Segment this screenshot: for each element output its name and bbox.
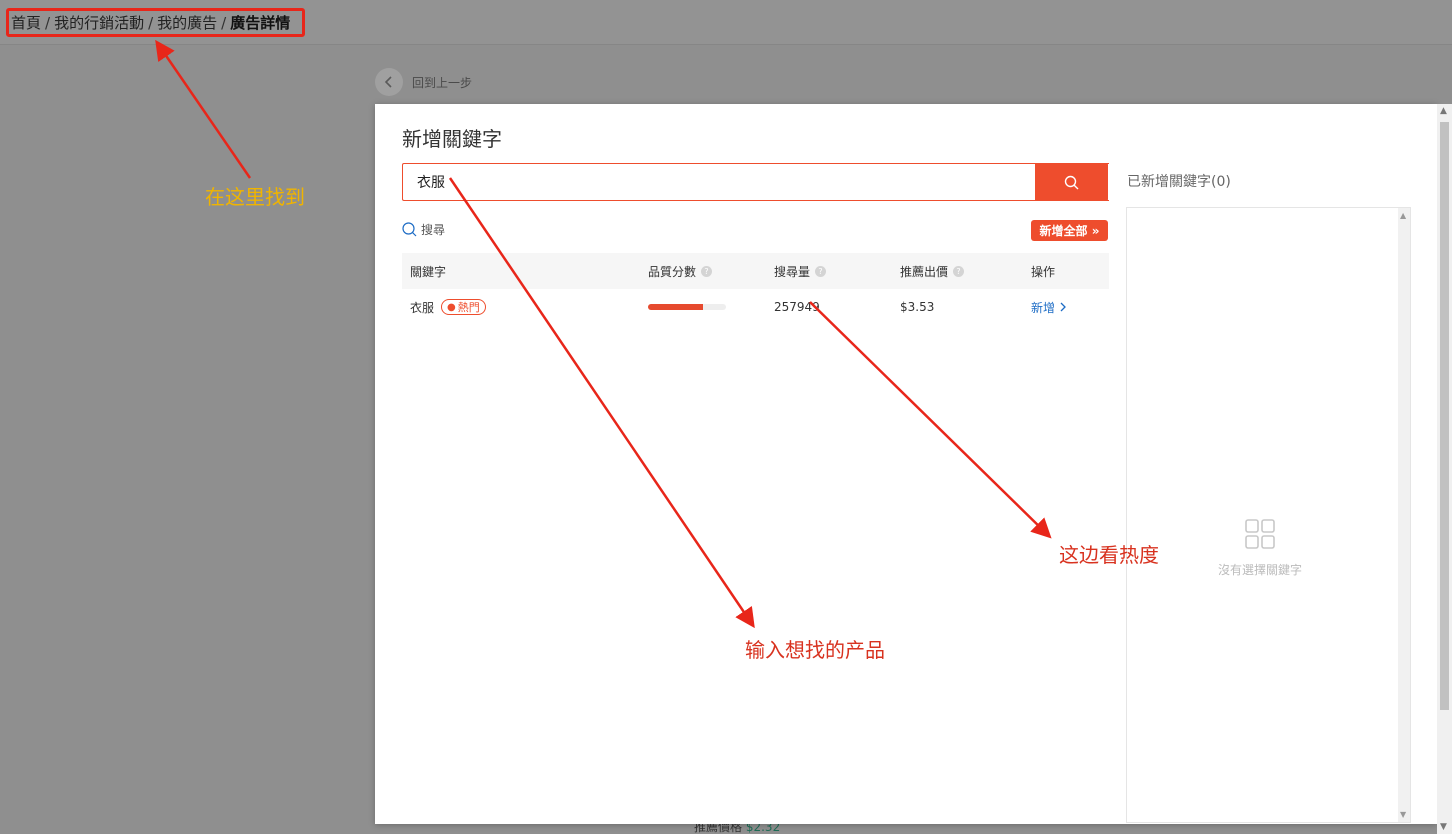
selected-keywords-panel: 沒有選擇關鍵字 ▲ ▼ [1126, 207, 1411, 823]
grid-icon [1245, 519, 1275, 549]
add-keyword-link[interactable]: 新增 [1031, 289, 1068, 325]
search-icon [1064, 175, 1079, 189]
breadcrumb-separator: / [148, 13, 154, 32]
annotation-search-hint: 输入想找的产品 [745, 638, 885, 662]
search-link-label: 搜尋 [421, 223, 446, 237]
cell-quality [648, 289, 726, 325]
scroll-up-icon[interactable]: ▲ [1400, 211, 1406, 220]
header-keyword-label: 關鍵字 [410, 264, 447, 279]
empty-state: 沒有選擇關鍵字 [1215, 519, 1305, 578]
breadcrumb: 首頁 / 我的行銷活動 / 我的廣告 / 廣告詳情 [6, 8, 305, 37]
cell-bid: $3.53 [900, 300, 935, 314]
quality-score-fill [648, 304, 703, 310]
keyword-text: 衣服 [410, 300, 435, 315]
back-label[interactable]: 回到上一步 [412, 74, 472, 91]
question-icon[interactable]: ? [953, 265, 965, 277]
modal-title: 新增關鍵字 [402, 127, 502, 151]
header-keyword: 關鍵字 [410, 253, 446, 289]
chevron-right-icon [1060, 302, 1066, 312]
header-bid: 推薦出價 ? [900, 253, 965, 289]
panel-scrollbar[interactable]: ▲ ▼ [1398, 208, 1410, 822]
search-icon [402, 222, 417, 237]
header-quality: 品質分數 ? [648, 253, 713, 289]
flame-icon: ● [447, 301, 456, 313]
back-button[interactable]: 回到上一步 [375, 68, 472, 96]
search-input-value: 衣服 [417, 175, 445, 191]
scroll-down-icon[interactable]: ▼ [1440, 822, 1447, 832]
breadcrumb-separator: / [221, 13, 227, 32]
hot-badge: ● 熱門 [441, 299, 486, 315]
header-quality-label: 品質分數 [648, 264, 697, 279]
header-search-volume: 搜尋量 ? [774, 253, 827, 289]
top-bar: 首頁 / 我的行銷活動 / 我的廣告 / 廣告詳情 [0, 0, 1452, 45]
scrollbar-thumb[interactable] [1440, 122, 1449, 710]
add-keyword-modal: 新增關鍵字 衣服 搜尋 新增全部 » 關鍵字 品質分數 ? 搜尋量 ? 推薦出價 [375, 104, 1437, 824]
breadcrumb-item-current: 廣告詳情 [230, 14, 291, 32]
add-all-button[interactable]: 新增全部 » [1031, 220, 1108, 241]
breadcrumb-separator: / [45, 13, 51, 32]
question-icon[interactable]: ? [815, 265, 827, 277]
hot-badge-label: 熱門 [457, 301, 480, 314]
add-keyword-label: 新增 [1031, 300, 1056, 315]
header-action: 操作 [1031, 253, 1055, 289]
search-link[interactable]: 搜尋 [402, 221, 445, 238]
scroll-up-icon[interactable]: ▲ [1440, 106, 1447, 116]
keyword-search-input[interactable]: 衣服 [402, 163, 1109, 201]
scroll-down-icon[interactable]: ▼ [1400, 810, 1406, 819]
breadcrumb-item-campaigns[interactable]: 我的行銷活動 [54, 12, 144, 33]
empty-state-text: 沒有選擇關鍵字 [1217, 563, 1302, 577]
chevron-left-icon[interactable] [375, 68, 403, 96]
selected-keywords-title: 已新增關鍵字(0) [1127, 174, 1231, 190]
table-header: 關鍵字 品質分數 ? 搜尋量 ? 推薦出價 ? 操作 [402, 253, 1109, 289]
header-search-volume-label: 搜尋量 [774, 264, 811, 279]
table-row: 衣服 ● 熱門 257949 $3.53 新增 [402, 289, 1109, 325]
breadcrumb-item-my-ads[interactable]: 我的廣告 [157, 12, 217, 33]
annotation-volume-hint: 这边看热度 [1059, 543, 1159, 567]
cell-search-volume: 257949 [774, 300, 820, 314]
quality-score-bar [648, 304, 726, 310]
breadcrumb-item-home[interactable]: 首頁 [11, 12, 41, 33]
header-action-label: 操作 [1031, 264, 1056, 279]
annotation-breadcrumb-hint: 在这里找到 [205, 185, 305, 209]
header-bid-label: 推薦出價 [900, 264, 949, 279]
cell-keyword: 衣服 ● 熱門 [410, 289, 486, 325]
question-icon[interactable]: ? [701, 265, 713, 277]
search-button[interactable] [1035, 163, 1108, 201]
window-scrollbar[interactable]: ▲ ▼ [1437, 104, 1452, 834]
